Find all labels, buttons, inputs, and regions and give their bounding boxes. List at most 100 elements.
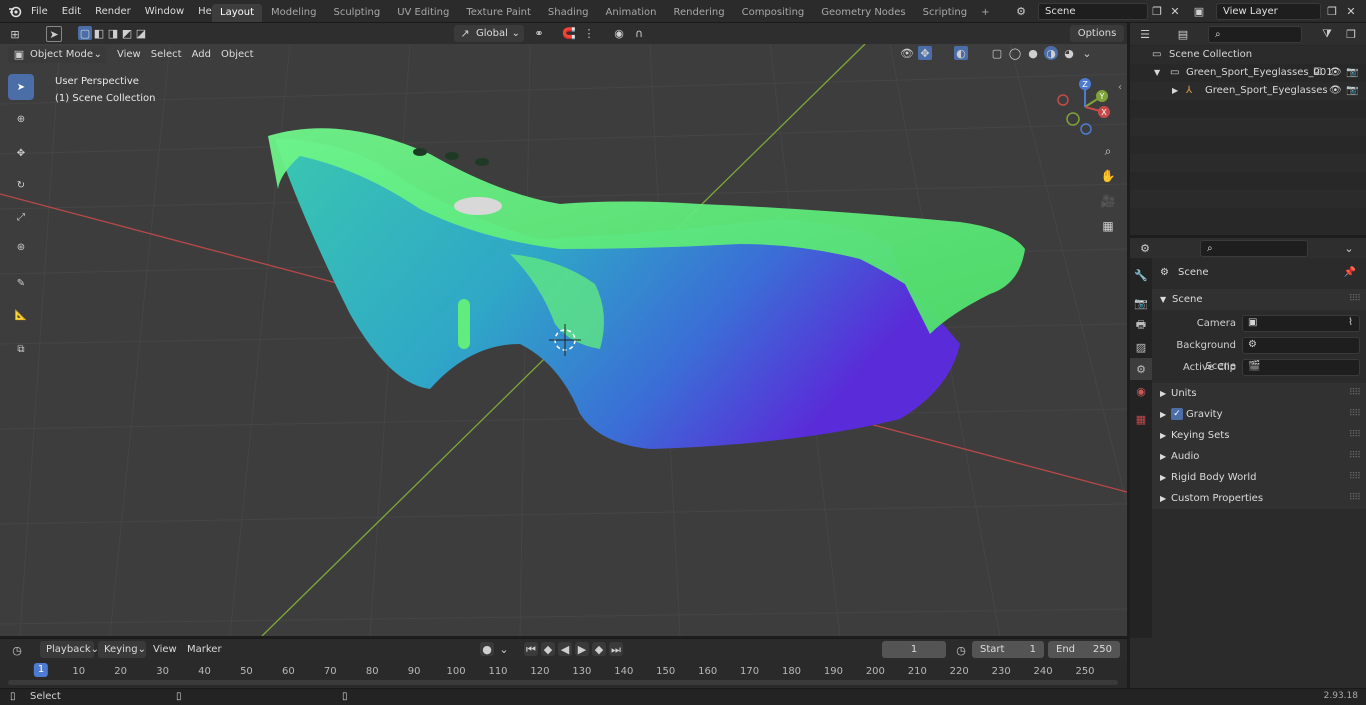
select-box-tool[interactable]: ➤ [8, 74, 34, 100]
tab-view-layer[interactable]: ▨ [1130, 336, 1152, 358]
expand-right-icon[interactable]: ▶ [1172, 82, 1178, 100]
snap-icon[interactable]: 🧲 [562, 26, 576, 40]
tab-uv-editing[interactable]: UV Editing [389, 4, 457, 22]
options-dropdown[interactable]: Options [1070, 25, 1124, 42]
zoom-icon[interactable]: ⌕ [1097, 140, 1119, 162]
next-keyframe-icon[interactable]: ◆ [592, 642, 606, 656]
transform-orientation-dropdown[interactable]: ↗ Global ⌄ [454, 25, 524, 42]
tab-sculpting[interactable]: Sculpting [326, 4, 389, 22]
select-intersect-icon[interactable]: ◪ [134, 26, 148, 40]
drag-grip-icon[interactable]: ⠿⠿ [1349, 289, 1361, 310]
blender-logo-icon[interactable] [8, 4, 22, 18]
camera-view-icon[interactable]: 🎥 [1097, 190, 1119, 212]
filter-icon[interactable]: ⧩ [1320, 27, 1334, 41]
tab-texture[interactable]: ▦ [1130, 408, 1152, 430]
rendered-shading-icon[interactable]: ◕ [1062, 46, 1076, 60]
menu-file[interactable]: File [24, 0, 55, 23]
expand-down-icon[interactable]: ▼ [1154, 64, 1160, 82]
properties-editor-icon[interactable]: ⚙ [1138, 241, 1152, 255]
tab-geometry-nodes[interactable]: Geometry Nodes [813, 4, 913, 22]
subpanel-keying-sets[interactable]: ▶ Keying Sets ⠿⠿ [1152, 425, 1366, 446]
drag-grip-icon[interactable]: ⠿⠿ [1349, 446, 1361, 467]
add-workspace-button[interactable]: + [976, 4, 994, 22]
tab-layout[interactable]: Layout [212, 4, 262, 22]
drag-grip-icon[interactable]: ⠿⠿ [1349, 383, 1361, 404]
cursor-tool[interactable]: ⊕ [8, 106, 34, 132]
tab-output[interactable]: 🖶 [1130, 314, 1152, 336]
scale-tool[interactable]: ⤢ [8, 204, 34, 230]
gizmo-toggle-icon[interactable]: ✥ [918, 46, 932, 60]
cursor-tool-icon[interactable]: ➤ [46, 26, 62, 42]
tab-shading[interactable]: Shading [540, 4, 597, 22]
viewport-menu-add[interactable]: Add [187, 47, 216, 63]
falloff-icon[interactable]: ∩ [632, 26, 646, 40]
chevron-down-icon[interactable]: ⌄ [1080, 46, 1094, 60]
new-collection-icon[interactable]: ❐ [1344, 27, 1358, 41]
glasses-lens[interactable] [275, 139, 960, 449]
background-scene-field[interactable]: ⚙ [1242, 337, 1360, 354]
menu-edit[interactable]: Edit [55, 0, 88, 23]
outliner-row-object[interactable]: ▶ ⅄ Green_Sport_Eyeglasses 👁 📷 [1130, 82, 1366, 100]
tab-tool[interactable]: 🔧 [1130, 264, 1152, 286]
tab-scripting[interactable]: Scripting [915, 4, 975, 22]
viewport-menu-object[interactable]: Object [216, 47, 259, 63]
subpanel-audio[interactable]: ▶ Audio ⠿⠿ [1152, 446, 1366, 467]
glasses-nose-pad[interactable] [458, 299, 470, 349]
menu-window[interactable]: Window [138, 0, 191, 23]
transform-tool[interactable]: ⊛ [8, 234, 34, 260]
tab-modeling[interactable]: Modeling [263, 4, 325, 22]
outliner-row-collection[interactable]: ▼ ▭ Green_Sport_Eyeglasses_001 ☑ 👁 📷 [1130, 64, 1366, 82]
solid-shading-icon[interactable]: ● [1026, 46, 1040, 60]
new-view-layer-icon[interactable]: ❐ [1325, 4, 1339, 18]
snap-target-icon[interactable]: ⋮ [582, 26, 596, 40]
tab-scene[interactable]: ⚙ [1130, 358, 1152, 380]
tab-world[interactable]: ◉ [1130, 380, 1152, 402]
outliner-editor-icon[interactable]: ☰ [1138, 27, 1152, 41]
timeline-editor-icon[interactable]: ◷ [10, 643, 24, 657]
wireframe-shading-icon[interactable]: ◯ [1008, 46, 1022, 60]
overlay-toggle-icon[interactable]: ◐ [954, 46, 968, 60]
tab-compositing[interactable]: Compositing [734, 4, 813, 22]
checkbox-icon[interactable]: ☑ [1313, 64, 1322, 82]
select-extend-icon[interactable]: ◧ [92, 26, 106, 40]
display-mode-icon[interactable]: ▤ [1176, 27, 1190, 41]
active-clip-field[interactable]: 🎬 [1242, 359, 1360, 376]
playback-dropdown[interactable]: Playback ⌄ [40, 641, 99, 658]
keying-dropdown[interactable]: Keying ⌄ [98, 641, 146, 658]
rotate-tool[interactable]: ↻ [8, 172, 34, 198]
navigation-gizmo[interactable]: Z Y X [1050, 74, 1120, 139]
view-layer-selector[interactable]: View Layer [1216, 3, 1321, 20]
subpanel-rigid-body-world[interactable]: ▶ Rigid Body World ⠿⠿ [1152, 467, 1366, 488]
chevron-down-icon[interactable]: ⌄ [497, 642, 511, 656]
current-frame-field[interactable]: 1 [882, 641, 946, 658]
select-invert-icon[interactable]: ◩ [120, 26, 134, 40]
play-icon[interactable]: ▶ [575, 642, 589, 656]
mode-dropdown[interactable]: ▣ Object Mode ⌄ [8, 46, 106, 63]
tab-texture-paint[interactable]: Texture Paint [458, 4, 539, 22]
camera-field[interactable]: ▣ ⌇ [1242, 315, 1360, 332]
annotate-tool[interactable]: ✎ [8, 270, 34, 296]
prev-keyframe-icon[interactable]: ◆ [541, 642, 555, 656]
clock-icon[interactable]: ◷ [954, 643, 968, 657]
subpanel-custom-properties[interactable]: ▶ Custom Properties ⠿⠿ [1152, 488, 1366, 509]
select-new-icon[interactable]: ▢ [78, 26, 92, 40]
tab-render[interactable]: 📷 [1130, 292, 1152, 314]
editor-type-icon[interactable]: ⊞ [8, 27, 22, 41]
view-layer-icon[interactable]: ▣ [1192, 4, 1206, 18]
eye-icon[interactable]: 👁 [1329, 82, 1342, 100]
jump-end-icon[interactable]: ⏭ [609, 642, 623, 656]
move-tool[interactable]: ✥ [8, 140, 34, 166]
subpanel-gravity[interactable]: ▶ ✓ Gravity ⠿⠿ [1152, 404, 1366, 425]
pivot-icon[interactable]: ⚭ [532, 26, 546, 40]
pin-icon[interactable]: 📌 [1344, 262, 1356, 283]
subpanel-units[interactable]: ▶ Units ⠿⠿ [1152, 383, 1366, 404]
measure-tool[interactable]: 📐 [8, 302, 34, 328]
chevron-down-icon[interactable]: ⌄ [1342, 241, 1356, 255]
tab-animation[interactable]: Animation [598, 4, 665, 22]
end-frame-field[interactable]: End 250 [1048, 641, 1120, 658]
scene-panel-header[interactable]: ▼ Scene ⠿⠿ [1152, 289, 1366, 310]
close-view-layer-icon[interactable]: ✕ [1344, 4, 1358, 18]
timeline-menu-marker[interactable]: Marker [182, 642, 227, 658]
proportional-edit-icon[interactable]: ◉ [612, 26, 626, 40]
scene-selector[interactable]: Scene [1038, 3, 1148, 20]
